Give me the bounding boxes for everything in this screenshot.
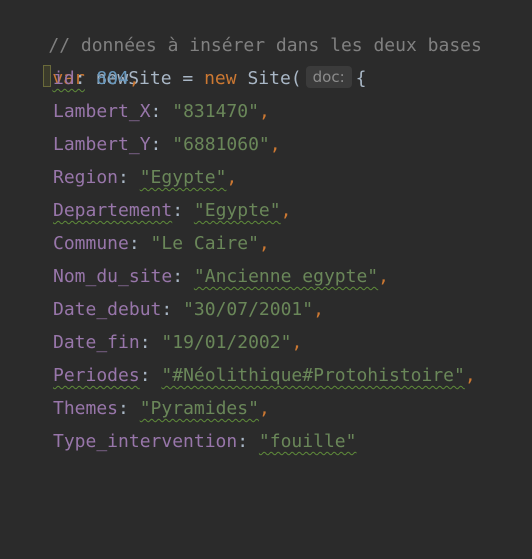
field-line[interactable]: Region: "Egypte", [53,161,237,194]
field-key: Lambert_Y [53,134,151,155]
field-key: Lambert_X [53,101,151,122]
field-comma: , [269,134,281,155]
field-line[interactable]: Departement: "Egypte", [53,194,291,227]
parameter-hint: doc: [305,66,352,88]
field-comma: , [291,332,303,353]
field-comma: , [313,299,324,320]
field-key: Nom_du_site [53,266,173,287]
field-key: Themes [53,398,119,419]
field-key: Type_intervention [53,431,238,452]
field-value: "6881060" [172,134,270,155]
field-comma: , [128,68,140,89]
field-line[interactable]: Lambert_Y: "6881060", [53,128,281,161]
field-key: Date_fin [53,332,140,353]
code-comment-line[interactable]: // données à insérer dans les deux bases [5,0,481,56]
declaration-line[interactable]: var newSite = new Site(doc:{ [0,29,366,89]
field-separator: : [139,332,162,353]
field-line[interactable]: Type_intervention: "fouille" [53,425,356,458]
field-line[interactable]: Themes: "Pyramides", [53,392,270,425]
field-value: "fouille" [258,431,357,452]
field-separator: : [172,266,194,287]
field-value: "Ancienne egypte" [193,266,379,287]
new-keyword: new [204,68,237,89]
field-separator: : [172,200,194,221]
field-separator: : [237,431,259,452]
field-line[interactable]: Date_debut: "30/07/2001", [53,293,324,326]
field-value: "831470" [172,101,259,122]
brace-match-marker [43,65,52,87]
closing-line[interactable]: }); [0,523,85,556]
field-key: Departement [53,200,173,221]
field-value: "#Néolithique#Protohistoire" [161,365,465,386]
field-key: Periodes [53,365,140,386]
field-comma: , [258,101,270,122]
field-comma: , [280,200,292,221]
field-line[interactable]: Date_fin: "19/01/2002", [53,326,302,359]
field-value: "19/01/2002" [161,332,292,353]
field-line[interactable]: Periodes: "#Néolithique#Protohistoire", [53,359,476,392]
field-separator: : [150,134,173,155]
field-comma: , [378,266,389,287]
field-key: Region [53,167,119,188]
assign-operator: = [171,68,205,89]
field-separator: : [118,167,140,188]
field-comma: , [226,167,238,188]
field-separator: : [161,299,184,320]
field-value: "Le Caire" [150,233,259,254]
field-line[interactable]: Nom_du_site: "Ancienne egypte", [53,260,389,293]
field-separator: : [118,398,140,419]
field-value: "Egypte" [193,200,281,221]
class-name: Site( [236,68,302,89]
field-value: 804 [96,68,129,89]
field-value: "Egypte" [139,167,227,188]
field-comma: , [258,398,270,419]
field-separator: : [128,233,151,254]
field-value: "Pyramides" [139,398,259,419]
field-key: id [53,68,75,89]
field-key: Commune [53,233,129,254]
field-comma: , [258,233,270,254]
field-separator: : [139,365,162,386]
field-separator: : [150,101,173,122]
field-separator: : [74,68,97,89]
open-brace: { [355,68,367,89]
field-value: "30/07/2001" [183,299,314,320]
field-line[interactable]: id: 804, [53,62,140,95]
field-line[interactable]: Commune: "Le Caire", [53,227,270,260]
field-line[interactable]: Lambert_X: "831470", [53,95,270,128]
field-comma: , [464,365,476,386]
field-key: Date_debut [53,299,162,320]
code-editor[interactable]: // données à insérer dans les deux bases… [0,0,532,559]
